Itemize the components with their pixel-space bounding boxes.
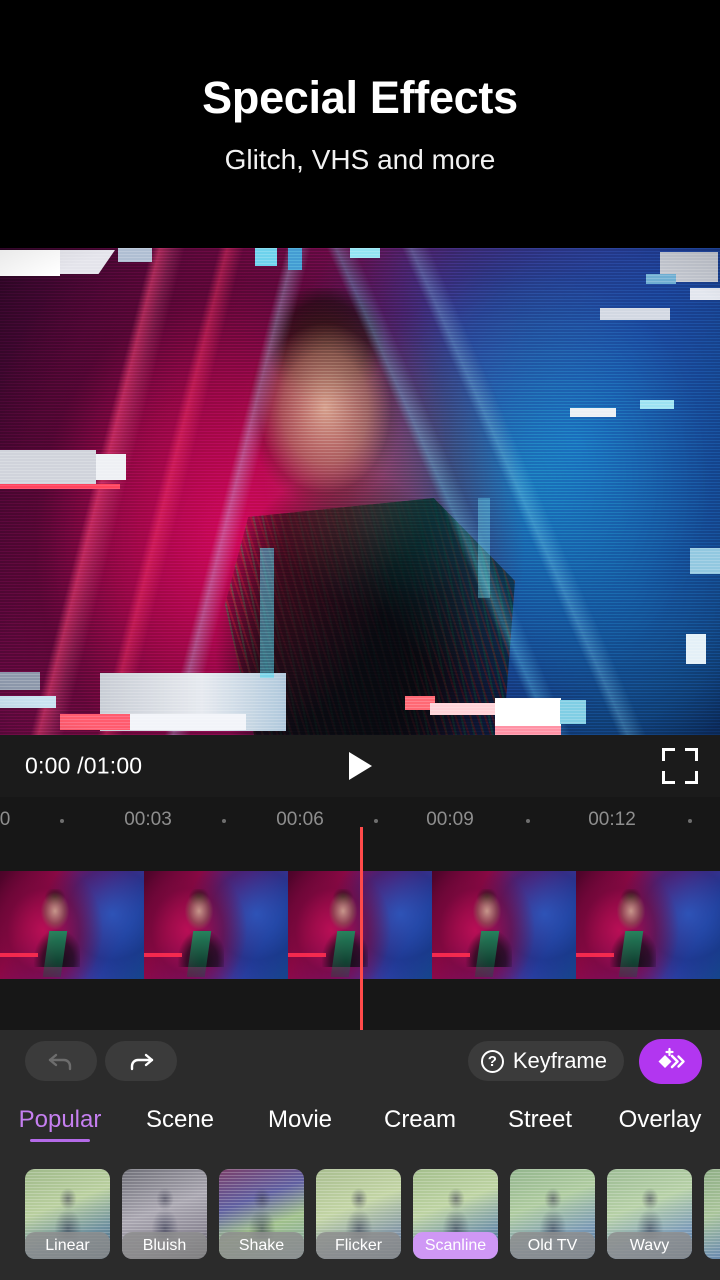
ruler-tick-dot [526, 819, 530, 823]
video-preview[interactable] [0, 248, 720, 735]
add-effect-button[interactable] [639, 1039, 702, 1084]
effect-thumbnail-wavy[interactable]: Wavy [607, 1169, 692, 1259]
effect-category-tabs[interactable]: Popular Scene Movie Cream Street Overlay [0, 1092, 720, 1148]
effect-thumbnail-scanlines [704, 1169, 720, 1259]
tab-label: Overlay [618, 1106, 702, 1133]
filmstrip-frame-neon [144, 953, 182, 957]
question-mark-icon: ? [480, 1049, 504, 1073]
tab-cream[interactable]: Cream [360, 1092, 480, 1148]
playhead[interactable] [360, 827, 363, 1030]
preview-vignette [0, 248, 720, 735]
tab-label: Scene [145, 1106, 215, 1133]
redo-icon [130, 1053, 154, 1071]
filmstrip-frame-neon [432, 953, 470, 957]
tab-label: Cream [383, 1106, 456, 1133]
edit-toolbar: ? Keyframe [0, 1030, 720, 1092]
effect-thumbnail-flicker[interactable]: Flicker [316, 1169, 401, 1259]
header-banner: Special Effects Glitch, VHS and more [0, 0, 720, 248]
effect-thumbnail-label: Flicker [316, 1232, 401, 1259]
effect-thumbnail-old-tv[interactable]: Old TV [510, 1169, 595, 1259]
undo-button[interactable] [25, 1041, 97, 1081]
effect-thumbnail-scanline[interactable]: Scanline [413, 1169, 498, 1259]
ruler-tick-label: 00:03 [124, 809, 172, 830]
filmstrip-frame-neon [288, 953, 326, 957]
redo-button[interactable] [105, 1041, 177, 1081]
ruler-tick-dot [374, 819, 378, 823]
fullscreen-icon-corner [685, 748, 698, 761]
filmstrip-frame[interactable] [576, 871, 720, 979]
fullscreen-button[interactable] [662, 748, 698, 784]
tab-label: Popular [18, 1106, 102, 1133]
ruler-tick-dot [222, 819, 226, 823]
tab-street[interactable]: Street [480, 1092, 600, 1148]
effect-thumbnail-list[interactable]: Linear Bluish Shake Flicker Scanline Old TV Wa… [0, 1148, 720, 1280]
filmstrip-frame[interactable] [432, 871, 576, 979]
ruler-tick-dot [60, 819, 64, 823]
tab-label: Street [507, 1106, 573, 1133]
ruler-tick-label: 00:09 [426, 809, 474, 830]
effect-thumbnail-shake[interactable]: Shake [219, 1169, 304, 1259]
fullscreen-icon-corner [662, 771, 675, 784]
tab-scene[interactable]: Scene [120, 1092, 240, 1148]
effect-thumbnail-label: Shake [219, 1232, 304, 1259]
filmstrip-frame[interactable] [144, 871, 288, 979]
tab-movie[interactable]: Movie [240, 1092, 360, 1148]
effect-thumbnail-bluish[interactable]: Bluish [122, 1169, 207, 1259]
player-control-bar: 0:00 /01:00 [0, 735, 720, 797]
filmstrip-frame-neon [576, 953, 614, 957]
filmstrip-frame[interactable] [0, 871, 144, 979]
effect-thumbnail[interactable] [704, 1169, 720, 1259]
page-title: Special Effects [202, 71, 518, 123]
play-icon [348, 752, 372, 780]
effect-thumbnail-label: Linear [25, 1232, 110, 1259]
fullscreen-icon [662, 748, 675, 761]
effect-thumbnail-label: Old TV [510, 1232, 595, 1259]
ruler-tick-label: 0 [0, 809, 11, 830]
add-effect-icon [658, 1047, 685, 1068]
ruler-tick-dot [688, 819, 692, 823]
effect-thumbnail-label: Bluish [122, 1232, 207, 1259]
time-display: 0:00 /01:00 [25, 752, 143, 779]
app-screen: Special Effects Glitch, VHS and more 0:0… [0, 0, 720, 1280]
effect-thumbnail-label: Scanline [413, 1232, 498, 1259]
undo-icon [48, 1053, 72, 1071]
fullscreen-icon-corner [685, 771, 698, 784]
timeline-panel[interactable]: 0 00:03 00:06 00:09 00:12 [0, 797, 720, 1030]
ruler-tick-label: 00:06 [276, 809, 324, 830]
tab-overlay[interactable]: Overlay [600, 1092, 720, 1148]
keyframe-label: Keyframe [512, 1048, 607, 1073]
tab-popular[interactable]: Popular [0, 1092, 120, 1148]
filmstrip-frame-neon [0, 953, 38, 957]
effect-thumbnail-label: Wavy [607, 1232, 692, 1259]
ruler-tick-label: 00:12 [588, 809, 636, 830]
keyframe-button[interactable]: ? Keyframe [467, 1041, 624, 1081]
tab-label: Movie [267, 1106, 333, 1133]
page-subtitle: Glitch, VHS and more [224, 143, 496, 175]
effect-thumbnail-linear[interactable]: Linear [25, 1169, 110, 1259]
play-button[interactable] [337, 743, 383, 789]
